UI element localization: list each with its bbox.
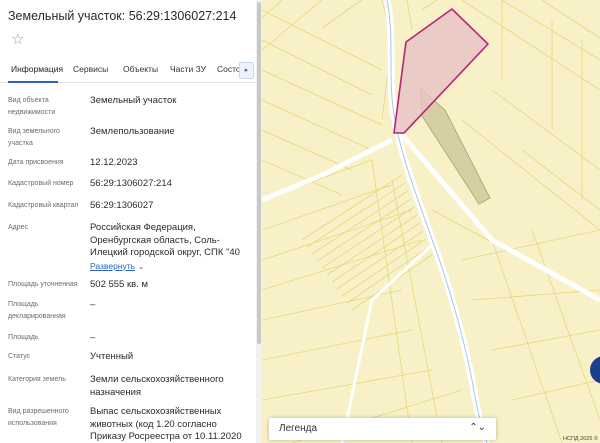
tab-bar: Информация Сервисы Объекты Части ЗУ Сост… — [0, 58, 256, 83]
row-value: Землепользование — [90, 126, 175, 137]
chevron-updown-icon[interactable]: ⌃⌄ — [469, 422, 486, 433]
page-title: Земельный участок: 56:29:1306027:214 — [8, 9, 237, 23]
map-view[interactable] — [262, 0, 600, 443]
row-value: Учтенный — [90, 351, 134, 362]
row-value: Земельный участок — [90, 95, 177, 106]
tab-information[interactable]: Информация — [11, 64, 63, 74]
address-text: Российская Федерация, Оренбургская облас… — [90, 222, 240, 258]
row-label: Площадь декларированная — [8, 301, 66, 320]
tab-parts[interactable]: Части ЗУ — [170, 64, 206, 74]
row-value: 56:29:1306027 — [90, 200, 154, 211]
row-label: Площадь — [8, 334, 39, 341]
legend-label: Легенда — [279, 423, 318, 434]
map-copyright: НСПД 2025 © — [563, 436, 598, 442]
active-tab-indicator — [8, 81, 58, 83]
tab-objects[interactable]: Объекты — [123, 64, 158, 74]
scrollbar-thumb[interactable] — [257, 2, 261, 344]
row-label: Вид разрешенного использования — [8, 408, 69, 427]
map-canvas[interactable] — [262, 0, 600, 443]
row-label: Вид объекта недвижимости — [8, 97, 56, 116]
row-value: Земли сельскохозяйственного назначения — [90, 374, 224, 398]
row-label: Кадастровый номер — [8, 180, 74, 187]
row-label: Категория земель — [8, 376, 66, 383]
row-value: 12.12.2023 — [90, 157, 138, 168]
row-value: 502 555 кв. м — [90, 279, 148, 290]
chevron-down-icon[interactable]: ⌄ — [138, 262, 145, 271]
row-value: 56:29:1306027:214 — [90, 178, 172, 189]
row-label: Вид земельного участка — [8, 128, 60, 147]
row-value: Выпас сельскохозяйственных животных (код… — [90, 406, 242, 442]
tab-services[interactable]: Сервисы — [73, 64, 108, 74]
row-value: – — [90, 332, 96, 343]
expand-link[interactable]: Развернуть — [90, 261, 135, 271]
row-label: Кадастровый квартал — [8, 202, 79, 209]
tab-state[interactable]: Состо — [217, 64, 241, 74]
row-value: Российская Федерация, Оренбургская облас… — [90, 222, 254, 273]
row-label: Дата присвоения — [8, 159, 64, 166]
info-panel: Земельный участок: 56:29:1306027:214 ☆ И… — [0, 0, 256, 443]
star-icon[interactable]: ☆ — [11, 32, 24, 47]
row-label: Адрес — [8, 224, 29, 231]
row-value: – — [90, 299, 96, 310]
row-label: Статус — [8, 353, 31, 360]
row-label: Площадь уточненная — [8, 281, 78, 288]
legend-dropdown[interactable]: Легенда ⌃⌄ — [269, 418, 496, 440]
tab-scroll-right-icon[interactable]: ▸ — [239, 62, 254, 79]
